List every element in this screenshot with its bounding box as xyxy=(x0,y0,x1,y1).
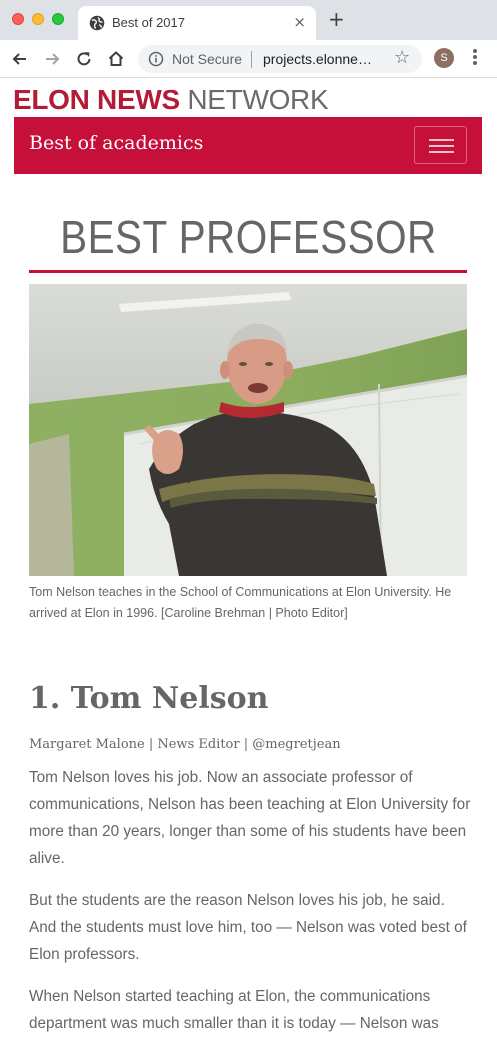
back-icon[interactable] xyxy=(10,49,30,69)
headline-rule xyxy=(29,270,467,273)
menu-kebab-icon[interactable] xyxy=(472,48,478,68)
site-logo[interactable]: ELON NEWS NETWORK xyxy=(13,84,329,116)
hamburger-line xyxy=(429,145,454,147)
article-paragraph: But the students are the reason Nelson l… xyxy=(29,892,467,963)
url-text[interactable]: projects.elonne… xyxy=(263,51,372,67)
photo-caption: Tom Nelson teaches in the School of Comm… xyxy=(29,585,452,620)
tab-title: Best of 2017 xyxy=(112,15,185,30)
forward-icon[interactable] xyxy=(42,49,62,69)
globe-icon xyxy=(89,15,105,31)
home-icon[interactable] xyxy=(106,49,126,69)
page-headline: BEST PROFESSOR xyxy=(60,211,437,263)
url-divider xyxy=(251,51,252,68)
bookmark-star-icon[interactable]: ☆ xyxy=(394,47,410,68)
logo-bold-text: ELON NEWS xyxy=(13,84,180,115)
section-navbar: Best of academics xyxy=(14,117,482,174)
article-paragraph: Tom Nelson loves his job. Now an associa… xyxy=(29,769,471,867)
close-window-button[interactable] xyxy=(12,13,24,25)
hamburger-line xyxy=(429,151,454,153)
browser-toolbar: Not Secure projects.elonne… xyxy=(0,40,497,78)
article-photo xyxy=(29,284,467,576)
hamburger-menu-button[interactable] xyxy=(414,126,467,164)
browser-tab[interactable]: Best of 2017 × xyxy=(78,6,316,40)
address-bar[interactable]: Not Secure projects.elonne… xyxy=(138,45,422,73)
minimize-window-button[interactable] xyxy=(32,13,44,25)
close-tab-icon[interactable]: × xyxy=(293,13,306,31)
reload-icon[interactable] xyxy=(74,49,94,69)
article-title: 1. Tom Nelson xyxy=(29,681,269,716)
article-paragraph: When Nelson started teaching at Elon, th… xyxy=(29,988,439,1032)
hamburger-line xyxy=(429,139,454,141)
browser-tab-bar: Best of 2017 × + xyxy=(0,0,497,40)
maximize-window-button[interactable] xyxy=(52,13,64,25)
new-tab-button[interactable]: + xyxy=(328,9,345,29)
logo-light-text: NETWORK xyxy=(179,84,329,115)
profile-avatar[interactable]: S xyxy=(434,48,454,68)
info-icon[interactable] xyxy=(148,51,164,67)
article-byline: Margaret Malone | News Editor | @megretj… xyxy=(29,737,341,752)
section-title[interactable]: Best of academics xyxy=(29,132,203,154)
security-status: Not Secure xyxy=(172,51,243,67)
